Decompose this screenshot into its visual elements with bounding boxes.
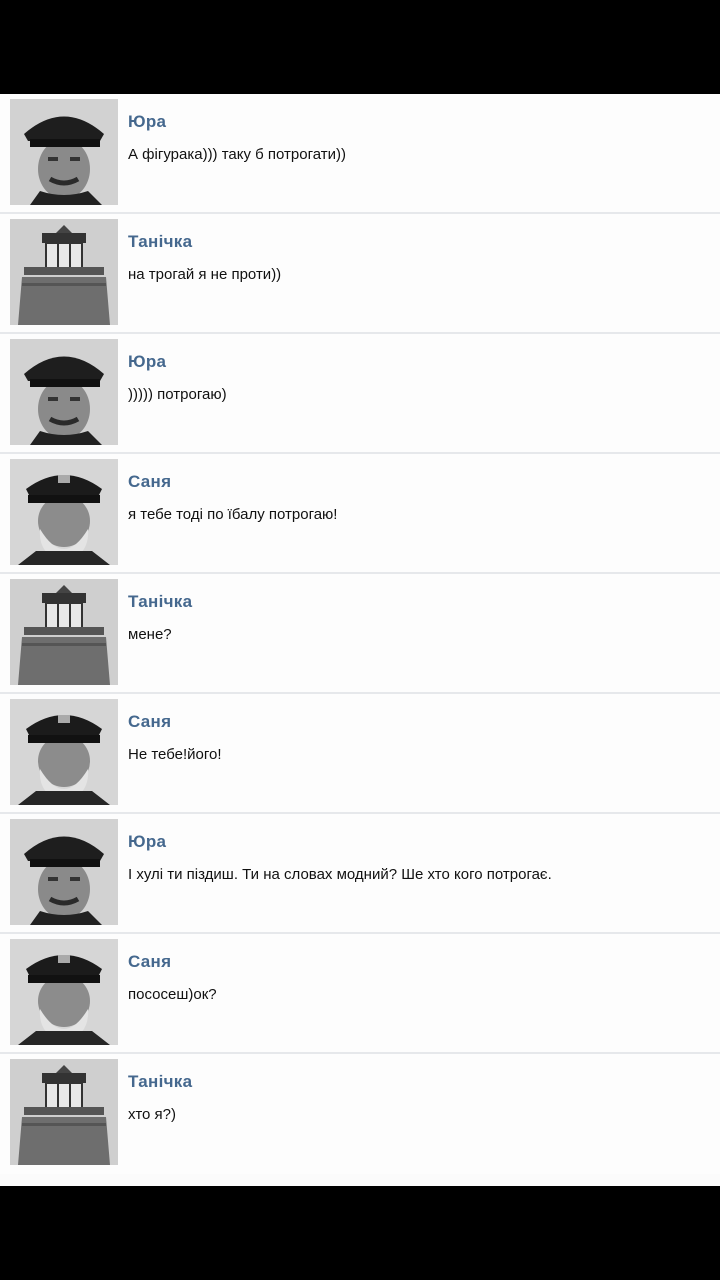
lighthouse-avatar[interactable]	[10, 579, 118, 685]
message-text: Не тебе!його!	[128, 746, 222, 763]
chat-message: Юра А фігурака))) таку б потрогати))	[0, 94, 720, 214]
message-author[interactable]: Танічка	[128, 592, 192, 612]
message-text: хто я?)	[128, 1106, 177, 1123]
young-keeper-avatar-image	[10, 99, 118, 205]
message-text: я тебе тоді по їбалу потрогаю!	[128, 506, 338, 523]
old-keeper-avatar-image	[10, 939, 118, 1045]
lighthouse-avatar-image	[10, 1059, 118, 1165]
message-author[interactable]: Саня	[128, 952, 171, 972]
message-text: пососеш)ок?	[128, 986, 217, 1003]
message-text: ))))) потрогаю)	[128, 386, 227, 403]
chat-message: Танічка хто я?)	[0, 1054, 720, 1174]
young-keeper-avatar-image	[10, 339, 118, 445]
chat-log: Юра А фігурака))) таку б потрогати)) Тан…	[0, 94, 720, 1186]
screenshot-frame: Юра А фігурака))) таку б потрогати)) Тан…	[0, 0, 720, 1280]
old-keeper-avatar[interactable]	[10, 699, 118, 805]
old-keeper-avatar[interactable]	[10, 939, 118, 1045]
chat-message: Саня пососеш)ок?	[0, 934, 720, 1054]
young-keeper-avatar[interactable]	[10, 819, 118, 925]
message-author[interactable]: Юра	[128, 112, 166, 132]
chat-message: Танічка мене?	[0, 574, 720, 694]
message-text: А фігурака))) таку б потрогати))	[128, 146, 347, 163]
message-author[interactable]: Саня	[128, 712, 171, 732]
chat-message: Юра І хулі ти піздиш. Ти на словах модни…	[0, 814, 720, 934]
old-keeper-avatar-image	[10, 459, 118, 565]
young-keeper-avatar[interactable]	[10, 99, 118, 205]
chat-message: Юра ))))) потрогаю)	[0, 334, 720, 454]
message-author[interactable]: Танічка	[128, 232, 192, 252]
message-text: мене?	[128, 626, 172, 643]
young-keeper-avatar-image	[10, 819, 118, 925]
lighthouse-avatar-image	[10, 579, 118, 685]
lighthouse-avatar-image	[10, 219, 118, 325]
old-keeper-avatar-image	[10, 699, 118, 805]
young-keeper-avatar[interactable]	[10, 339, 118, 445]
message-author[interactable]: Юра	[128, 832, 166, 852]
chat-message: Танічка на трогай я не проти))	[0, 214, 720, 334]
lighthouse-avatar[interactable]	[10, 1059, 118, 1165]
chat-message: Саня Не тебе!його!	[0, 694, 720, 814]
message-author[interactable]: Юра	[128, 352, 166, 372]
chat-message: Саня я тебе тоді по їбалу потрогаю!	[0, 454, 720, 574]
message-text: на трогай я не проти))	[128, 266, 282, 283]
lighthouse-avatar[interactable]	[10, 219, 118, 325]
message-author[interactable]: Танічка	[128, 1072, 192, 1092]
old-keeper-avatar[interactable]	[10, 459, 118, 565]
message-author[interactable]: Саня	[128, 472, 171, 492]
message-text: І хулі ти піздиш. Ти на словах модний? Ш…	[128, 866, 552, 883]
